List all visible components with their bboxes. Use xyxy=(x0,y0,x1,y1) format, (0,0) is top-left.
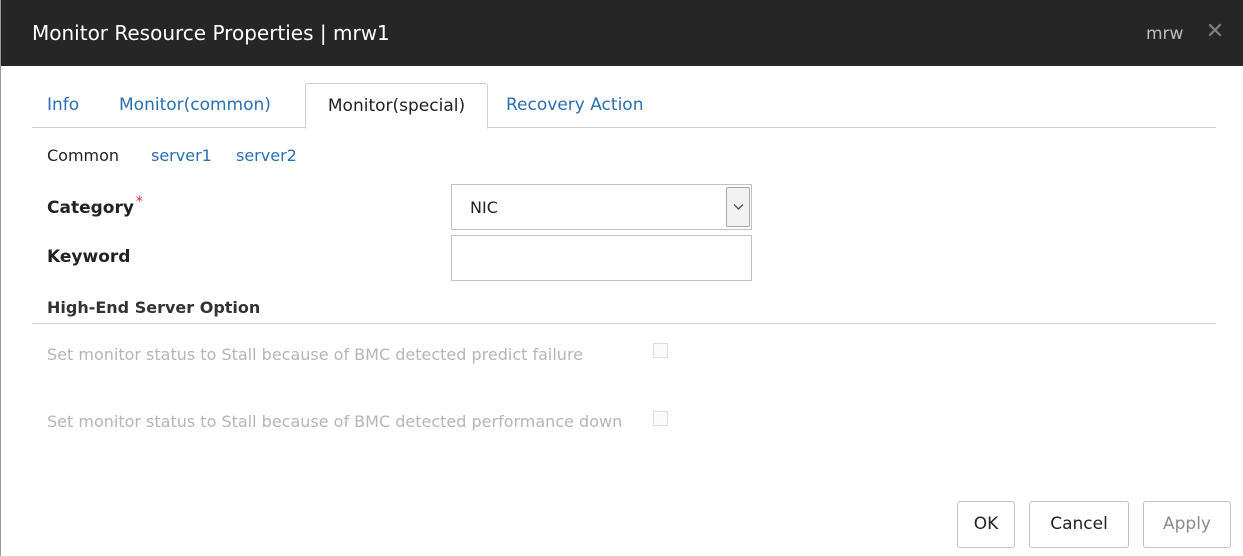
section-divider xyxy=(32,323,1216,324)
category-label: Category * xyxy=(47,194,143,218)
user-name: mrw xyxy=(1146,24,1184,44)
close-icon[interactable]: ✕ xyxy=(1204,19,1226,45)
cancel-button[interactable]: Cancel xyxy=(1029,501,1129,548)
tab-recovery-action[interactable]: Recovery Action xyxy=(506,83,643,128)
keyword-input[interactable] xyxy=(451,235,752,281)
performance-down-option-label: Set monitor status to Stall because of B… xyxy=(47,412,623,431)
performance-down-checkbox[interactable] xyxy=(653,411,668,426)
high-end-section-heading: High-End Server Option xyxy=(47,298,261,317)
ok-button[interactable]: OK xyxy=(957,501,1015,548)
subnav-common: Common xyxy=(47,146,120,165)
title-bar: Monitor Resource Properties | mrw1 mrw ✕ xyxy=(1,0,1243,66)
chevron-down-icon[interactable] xyxy=(726,187,750,227)
tab-info[interactable]: Info xyxy=(47,83,79,128)
tab-monitor-special[interactable]: Monitor(special) xyxy=(305,83,488,129)
window-title: Monitor Resource Properties | mrw1 xyxy=(32,21,390,45)
category-selected-value: NIC xyxy=(470,198,498,217)
apply-button[interactable]: Apply xyxy=(1143,501,1231,548)
subnav-server2[interactable]: server2 xyxy=(236,145,297,167)
monitor-resource-properties-dialog: Monitor Resource Properties | mrw1 mrw ✕… xyxy=(0,0,1243,556)
required-mark: * xyxy=(135,194,143,210)
tab-bar: Info Monitor(common) Monitor(special) Re… xyxy=(32,83,1216,129)
tab-monitor-common[interactable]: Monitor(common) xyxy=(119,83,271,128)
predict-failure-option-label: Set monitor status to Stall because of B… xyxy=(47,345,584,364)
predict-failure-checkbox[interactable] xyxy=(653,343,668,358)
category-select[interactable]: NIC xyxy=(451,184,752,230)
subnav-server1[interactable]: server1 xyxy=(151,145,212,167)
keyword-label: Keyword xyxy=(47,247,131,267)
